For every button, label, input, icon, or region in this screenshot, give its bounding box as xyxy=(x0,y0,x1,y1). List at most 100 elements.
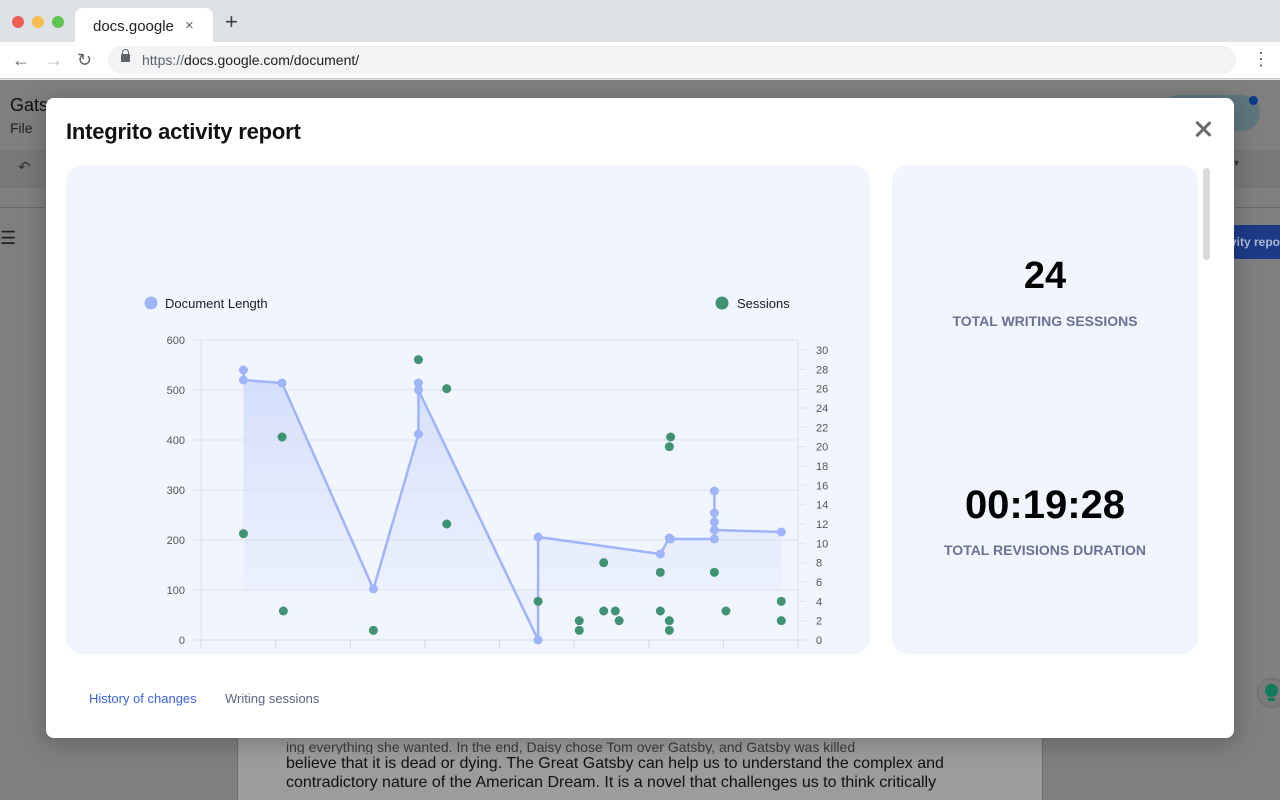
y-left-tick-label: 0 xyxy=(179,635,185,647)
sessions-point xyxy=(238,529,248,539)
sessions-point xyxy=(614,616,624,626)
sessions-point xyxy=(664,442,674,452)
new-tab-button[interactable]: + xyxy=(225,11,238,33)
legend-document-length-label: Document Length xyxy=(165,296,268,311)
y-left-tick-label: 500 xyxy=(167,385,185,397)
sessions-point xyxy=(655,567,665,577)
back-arrow-icon[interactable]: ← xyxy=(12,50,30,70)
tab-close-icon[interactable]: × xyxy=(185,17,194,34)
menu-file[interactable]: File xyxy=(10,120,33,136)
sessions-point xyxy=(599,606,609,616)
activity-report-button[interactable]: vity repor xyxy=(1234,225,1280,259)
y-right-tick-label: 4 xyxy=(816,596,822,608)
modal-scrollbar[interactable] xyxy=(1203,168,1210,260)
total-revisions-duration-label: TOTAL REVISIONS DURATION xyxy=(944,542,1146,558)
document-text-line-faded: ing everything she wanted. In the end, D… xyxy=(286,742,856,754)
sessions-point xyxy=(442,519,452,529)
chart-card: Document Length Sessions 0 100 200 300 400 500… xyxy=(66,165,870,693)
browser-tab-strip: docs.google × + xyxy=(0,0,1280,42)
y-right-tick-label: 14 xyxy=(816,500,828,512)
url-text: https://docs.google.com/document/ xyxy=(142,52,359,68)
sessions-point xyxy=(278,606,288,616)
sessions-point xyxy=(655,606,665,616)
lightbulb-base-icon xyxy=(1268,698,1275,701)
lock-icon xyxy=(121,49,130,62)
document-length-area xyxy=(243,370,782,640)
notification-dot xyxy=(1249,96,1258,105)
document-length-point xyxy=(666,534,676,544)
tab-title: docs.google xyxy=(93,18,174,35)
y-right-tick-label: 18 xyxy=(816,461,828,473)
total-revisions-duration-value: 00:19:28 xyxy=(964,483,1126,527)
sessions-point xyxy=(666,432,676,442)
document-length-point xyxy=(277,378,287,388)
document-body-text: ing everything she wanted. In the end, D… xyxy=(286,742,1006,792)
caret-down-icon[interactable]: ▾ xyxy=(1234,158,1239,169)
outline-icon[interactable]: ☰ xyxy=(0,228,16,249)
y-right-tick-label: 16 xyxy=(816,480,828,492)
document-length-point xyxy=(238,365,248,375)
legend-sessions-swatch xyxy=(715,296,729,310)
browser-menu-icon[interactable]: ⋮ xyxy=(1252,50,1270,68)
url-scheme: https:// xyxy=(142,52,185,68)
sessions-point xyxy=(776,616,786,626)
activity-report-label: vity repor xyxy=(1234,235,1280,249)
sessions-point xyxy=(574,616,584,626)
document-text-line: believe that it is dead or dying. The Gr… xyxy=(286,755,944,772)
total-writing-sessions-label: TOTAL WRITING SESSIONS xyxy=(952,313,1138,329)
sessions-point xyxy=(574,625,584,635)
window-close-button[interactable] xyxy=(12,16,24,28)
undo-icon[interactable]: ↶ xyxy=(18,158,31,176)
y-right-tick-label: 22 xyxy=(816,422,828,434)
document-length-point xyxy=(368,584,378,594)
close-icon[interactable] xyxy=(1192,118,1214,140)
document-title[interactable]: Gats xyxy=(10,95,48,116)
window-maximize-button[interactable] xyxy=(52,16,64,28)
window-minimize-button[interactable] xyxy=(32,16,44,28)
activity-report-modal: Integrito activity report Document Lengt… xyxy=(46,98,1234,738)
activity-chart: Document Length Sessions 0100200300400500… xyxy=(118,296,828,693)
y-right-tick-label: 28 xyxy=(816,364,828,376)
document-length-area-fill xyxy=(243,370,782,640)
lightbulb-icon xyxy=(1265,684,1278,697)
y-right-tick-label: 0 xyxy=(816,635,822,647)
sessions-point xyxy=(721,606,731,616)
document-length-point xyxy=(413,429,423,439)
y-right-tick-label: 2 xyxy=(816,616,822,628)
sessions-point xyxy=(442,384,452,394)
legend-document-length-swatch xyxy=(144,296,158,310)
tab-history-of-changes[interactable]: History of changes xyxy=(89,691,197,706)
y-right-tick-label: 8 xyxy=(816,558,822,570)
document-length-point xyxy=(413,385,423,395)
sessions-point xyxy=(776,596,786,606)
document-length-point xyxy=(655,549,665,559)
sessions-point xyxy=(664,625,674,635)
y-right-tick-label: 20 xyxy=(816,442,828,454)
forward-arrow-icon[interactable]: → xyxy=(45,50,63,70)
sessions-point xyxy=(533,596,543,606)
document-length-point xyxy=(709,525,719,535)
y-left-tick-label: 200 xyxy=(167,535,185,547)
document-length-point xyxy=(776,527,786,537)
modal-title: Integrito activity report xyxy=(66,119,301,144)
browser-tab[interactable]: docs.google × xyxy=(75,8,213,42)
address-bar[interactable]: https://docs.google.com/document/ xyxy=(108,46,1236,74)
y-right-tick-label: 6 xyxy=(816,577,822,589)
y-right-tick-label: 24 xyxy=(816,403,828,415)
y-left-tick-label: 300 xyxy=(167,485,185,497)
y-left-tick-label: 100 xyxy=(167,585,185,597)
document-length-point xyxy=(709,486,719,496)
sessions-point xyxy=(610,606,620,616)
stats-card: 24 TOTAL WRITING SESSIONS 00:19:28 TOTAL… xyxy=(892,165,1198,654)
document-length-point xyxy=(238,375,248,385)
explore-bulb-button[interactable] xyxy=(1257,678,1280,708)
tab-writing-sessions[interactable]: Writing sessions xyxy=(225,691,319,706)
legend-sessions-label: Sessions xyxy=(737,296,790,311)
reload-icon[interactable]: ↻ xyxy=(77,50,92,70)
y-right-tick-label: 12 xyxy=(816,519,828,531)
document-text-line: contradictory nature of the American Dre… xyxy=(286,774,937,791)
document-length-point xyxy=(533,532,543,542)
document-length-point xyxy=(533,635,543,645)
document-length-point xyxy=(709,517,719,527)
sessions-point xyxy=(664,616,674,626)
